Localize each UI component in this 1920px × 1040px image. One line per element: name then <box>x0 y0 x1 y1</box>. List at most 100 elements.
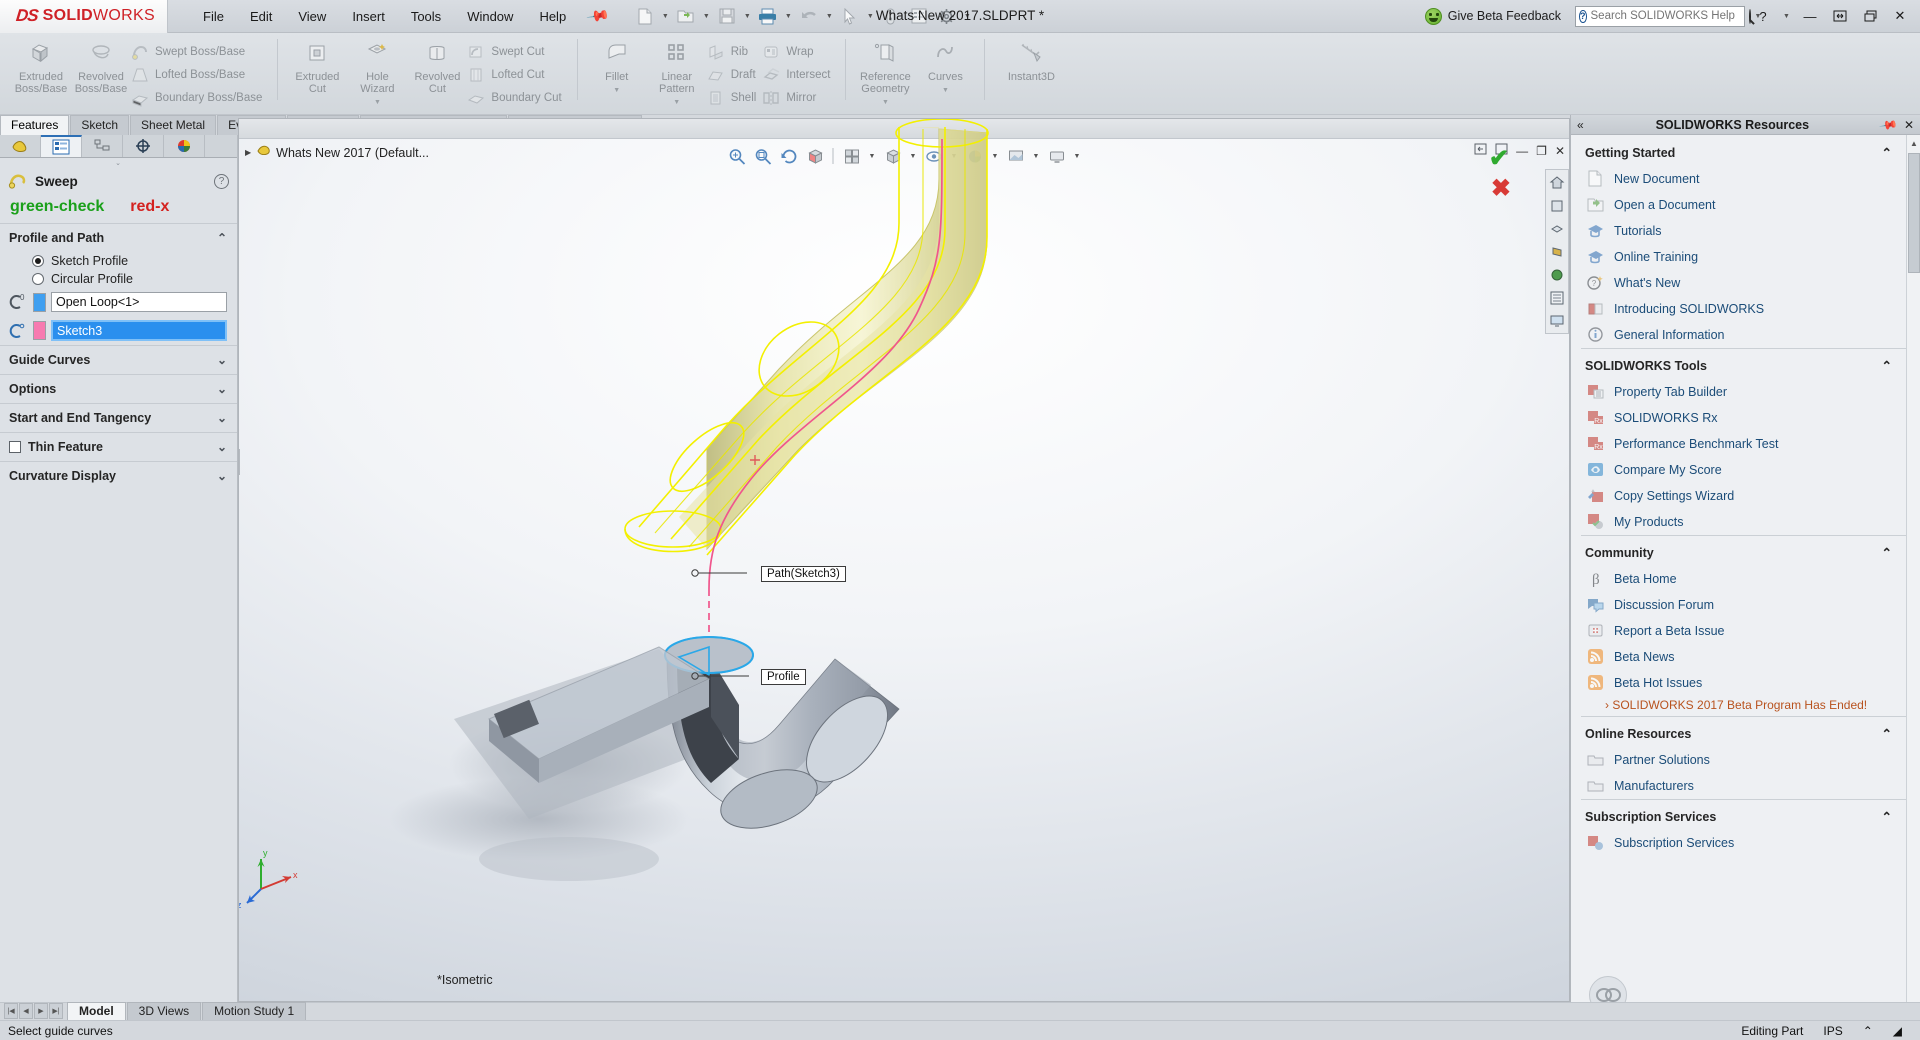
menu-file[interactable]: File <box>190 5 237 28</box>
item-discussion-forum[interactable]: Discussion Forum <box>1581 592 1906 618</box>
maximize-button[interactable] <box>1858 4 1882 28</box>
reference-geometry-dropdown[interactable]: ▼ <box>882 97 889 109</box>
lofted-cut-button[interactable]: Lofted Cut <box>467 65 567 85</box>
section-guide-curves[interactable]: Guide Curves ⌄ <box>0 345 237 374</box>
item-open-a-document[interactable]: Open a Document <box>1581 192 1906 218</box>
item-whats-new[interactable]: ? What's New <box>1581 270 1906 296</box>
section-options[interactable]: Options ⌄ <box>0 374 237 403</box>
close-button[interactable]: ✕ <box>1888 4 1912 28</box>
save-dropdown[interactable]: ▼ <box>742 3 753 29</box>
beta-feedback-icon[interactable] <box>1425 8 1442 25</box>
options-gear-icon[interactable] <box>934 3 960 29</box>
item-tutorials[interactable]: Tutorials <box>1581 218 1906 244</box>
radio-circular-profile[interactable]: Circular Profile <box>0 270 237 288</box>
chevron-down-icon[interactable]: ⌄ <box>217 411 227 425</box>
options-dropdown[interactable]: ▼ <box>962 3 973 29</box>
item-copy-settings-wizard[interactable]: Copy Settings Wizard <box>1581 483 1906 509</box>
pushpin-icon[interactable]: 📌 <box>586 3 612 28</box>
mirror-button[interactable]: Mirror <box>762 88 836 108</box>
item-beta-program-ended[interactable]: › SOLIDWORKS 2017 Beta Program Has Ended… <box>1581 696 1906 716</box>
lofted-boss-base-button[interactable]: Lofted Boss/Base <box>131 65 268 85</box>
path-selection-field[interactable]: Sketch3 <box>51 320 227 341</box>
menu-tools[interactable]: Tools <box>398 5 454 28</box>
item-solidworks-rx[interactable]: Rx SOLIDWORKS Rx <box>1581 405 1906 431</box>
scroll-thumb[interactable] <box>1908 153 1920 273</box>
minimize-button[interactable]: — <box>1798 4 1822 28</box>
section-curvature-display[interactable]: Curvature Display ⌄ <box>0 461 237 490</box>
prev-tab-button[interactable]: ◀ <box>19 1003 33 1019</box>
item-performance-benchmark-test[interactable]: Rx Performance Benchmark Test <box>1581 431 1906 457</box>
help-search-box[interactable]: ? ▼ <box>1575 6 1745 27</box>
chevron-up-icon[interactable]: ⌃ <box>1882 145 1892 160</box>
tab-sketch[interactable]: Sketch <box>70 115 129 135</box>
open-document-icon[interactable] <box>673 3 699 29</box>
new-document-icon[interactable] <box>632 3 658 29</box>
last-tab-button[interactable]: ▶| <box>49 1003 63 1019</box>
print-icon[interactable] <box>755 3 781 29</box>
shell-button[interactable]: Shell <box>707 88 763 108</box>
item-manufacturers[interactable]: Manufacturers <box>1581 773 1906 799</box>
curves-dropdown[interactable]: ▼ <box>942 85 949 97</box>
select-icon[interactable] <box>837 3 863 29</box>
restore-button[interactable] <box>1828 4 1852 28</box>
extruded-boss-base-button[interactable]: ExtrudedBoss/Base <box>11 37 71 95</box>
select-dropdown[interactable]: ▼ <box>865 3 876 29</box>
chevron-up-icon[interactable]: ⌃ <box>1863 1024 1873 1038</box>
hole-wizard-dropdown[interactable]: ▼ <box>374 97 381 109</box>
search-input[interactable] <box>1591 10 1745 22</box>
item-beta-home[interactable]: β Beta Home <box>1581 566 1906 592</box>
beta-feedback-label[interactable]: Give Beta Feedback <box>1448 9 1561 23</box>
circular-profile-radio[interactable] <box>32 273 44 285</box>
section-subscription-services[interactable]: Subscription Services ⌃ <box>1581 799 1906 830</box>
revolved-boss-base-button[interactable]: RevolvedBoss/Base <box>71 37 131 95</box>
intersect-button[interactable]: Intersect <box>762 65 836 85</box>
close-icon[interactable]: ✕ <box>1904 118 1914 132</box>
rebuild-icon[interactable] <box>878 3 904 29</box>
tab-sheet-metal[interactable]: Sheet Metal <box>130 115 216 135</box>
revolved-cut-button[interactable]: RevolvedCut <box>407 37 467 95</box>
instant3d-button[interactable]: Instant3D <box>994 37 1068 83</box>
item-general-information[interactable]: General Information <box>1581 322 1906 348</box>
chevron-up-icon[interactable]: ⌃ <box>1882 809 1892 824</box>
first-tab-button[interactable]: |◀ <box>4 1003 18 1019</box>
chevron-down-icon[interactable]: ⌄ <box>217 353 227 367</box>
help-question-icon[interactable]: ? <box>214 174 229 189</box>
fillet-dropdown[interactable]: ▼ <box>613 85 620 97</box>
item-beta-hot-issues[interactable]: Beta Hot Issues <box>1581 670 1906 696</box>
pushpin-icon[interactable]: 📌 <box>1878 114 1898 134</box>
menu-help[interactable]: Help <box>526 5 579 28</box>
callout-path[interactable]: Path(Sketch3) <box>761 566 846 582</box>
section-online-resources[interactable]: Online Resources ⌃ <box>1581 716 1906 747</box>
item-online-training[interactable]: Online Training <box>1581 244 1906 270</box>
chevron-up-icon[interactable]: ⌃ <box>1882 358 1892 373</box>
swept-cut-button[interactable]: Swept Cut <box>467 42 567 62</box>
swept-boss-base-button[interactable]: Swept Boss/Base <box>131 42 268 62</box>
menu-view[interactable]: View <box>285 5 339 28</box>
section-getting-started[interactable]: Getting Started ⌃ <box>1581 135 1906 166</box>
chevron-down-icon[interactable]: ⌄ <box>217 382 227 396</box>
sketch-profile-radio[interactable] <box>32 255 44 267</box>
next-tab-button[interactable]: ▶ <box>34 1003 48 1019</box>
print-dropdown[interactable]: ▼ <box>783 3 794 29</box>
swept-pipe-model[interactable]: y x z <box>239 119 1570 981</box>
section-solidworks-tools[interactable]: SOLIDWORKS Tools ⌃ <box>1581 348 1906 379</box>
status-units[interactable]: IPS <box>1823 1024 1842 1038</box>
section-community[interactable]: Community ⌃ <box>1581 535 1906 566</box>
item-compare-my-score[interactable]: Compare My Score <box>1581 457 1906 483</box>
callout-profile[interactable]: Profile <box>761 669 806 685</box>
bottom-tab-3d-views[interactable]: 3D Views <box>127 1002 201 1020</box>
panel-grip[interactable]: ⌄ <box>0 158 237 167</box>
chevron-down-icon[interactable]: ⌄ <box>217 469 227 483</box>
section-thin-feature[interactable]: Thin Feature ⌄ <box>0 432 237 461</box>
configuration-manager-tab[interactable] <box>82 135 123 157</box>
boundary-boss-base-button[interactable]: Boundary Boss/Base <box>131 88 268 108</box>
boundary-cut-button[interactable]: Boundary Cut <box>467 88 567 108</box>
accept-button[interactable]: green-check <box>10 198 104 216</box>
collapse-left-icon[interactable]: « <box>1577 118 1584 132</box>
radio-sketch-profile[interactable]: Sketch Profile <box>0 252 237 270</box>
help-button[interactable]: ? <box>1751 4 1775 28</box>
curves-button[interactable]: Curves ▼ <box>915 37 975 97</box>
hole-wizard-button[interactable]: HoleWizard ▼ <box>347 37 407 109</box>
linear-pattern-dropdown[interactable]: ▼ <box>673 97 680 109</box>
chevron-up-icon[interactable]: ⌃ <box>1882 726 1892 741</box>
